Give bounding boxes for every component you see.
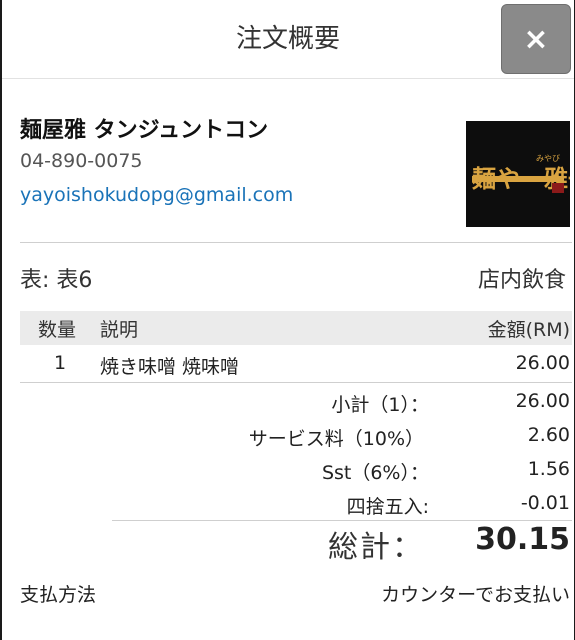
modal-title: 注文概要 [235,24,340,54]
logo-graphic: 麺や一雅一 みやび [466,121,570,227]
sst-value: 1.56 [527,458,570,480]
item-qty: 1 [54,352,67,374]
rounding-value: -0.01 [520,492,570,514]
order-summary-modal: 注文概要 × 麺屋雅 タンジュントコン 04-890-0075 yayoisho… [2,0,574,640]
table-header: 数量 説明 金額(RM) [20,311,572,345]
item-amount: 26.00 [515,352,570,374]
sst-label: Sst（6%）： [321,462,429,484]
subtotal-label: 小計（1）： [331,394,429,416]
divider [20,242,572,243]
service-charge-value: 2.60 [527,424,570,446]
close-button[interactable]: × [501,4,571,74]
subtotal-value: 26.00 [515,390,570,412]
service-charge-label: サービス料（10%） [248,428,424,450]
store-name: 麺屋雅 タンジュントコン [20,118,269,143]
store-email-link[interactable]: yayoishokudopg@gmail.com [20,184,293,206]
modal-header: 注文概要 × [2,0,574,79]
column-qty: 数量 [38,319,77,341]
total-value: 30.15 [475,522,570,557]
divider [20,382,572,383]
payment-method-label: 支払方法 [20,584,97,606]
total-label: 総計： [328,530,424,565]
item-desc: 焼き味噌 焼味噌 [100,356,240,378]
payment-method-value: カウンターでお支払い [381,584,570,606]
rounding-label: 四捨五入: [346,496,429,518]
store-phone: 04-890-0075 [20,150,143,172]
close-icon: × [523,21,549,57]
order-type: 店内飲食 [477,268,566,293]
logo-small-text: みやび [536,154,560,163]
table-number: 表: 表6 [20,268,93,293]
column-desc: 説明 [100,319,139,341]
total-divider [112,520,572,521]
column-amount: 金額(RM) [487,319,570,341]
store-logo: 麺や一雅一 みやび [466,121,570,227]
